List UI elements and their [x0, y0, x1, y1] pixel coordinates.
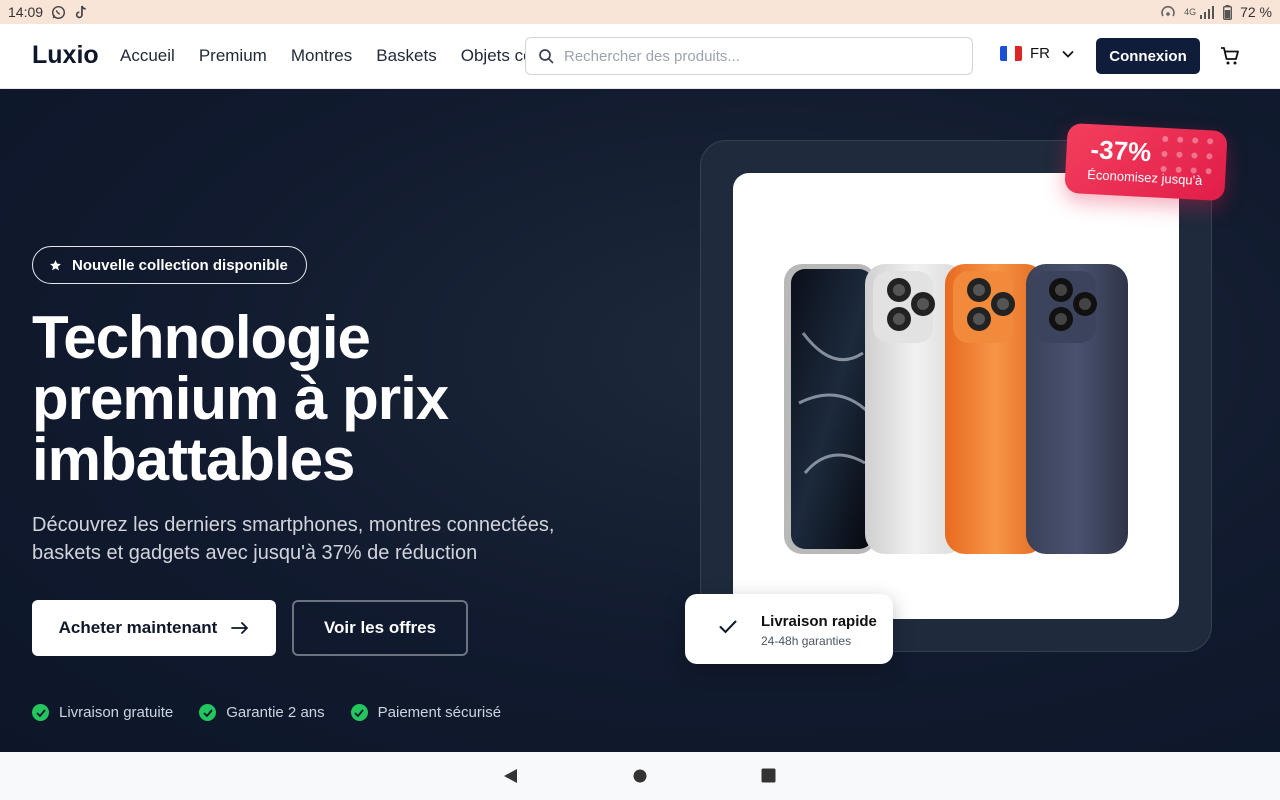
phones-image: [784, 264, 1128, 554]
feature-item: Paiement sécurisé: [350, 704, 502, 721]
system-nav-bar: [0, 752, 1280, 800]
badge-label: Nouvelle collection disponible: [72, 256, 288, 274]
back-icon[interactable]: [503, 768, 518, 789]
feature-item: Garantie 2 ans: [199, 704, 325, 721]
whatsapp-icon: [51, 5, 66, 20]
nav-item-accueil[interactable]: Accueil: [120, 46, 175, 66]
hero-subtitle-line: baskets et gadgets avec jusqu'à 37% de r…: [32, 542, 478, 564]
feature-label: Paiement sécurisé: [377, 704, 502, 721]
dot-pattern: [1160, 135, 1214, 175]
delivery-subtitle: 24-48h garanties: [761, 634, 852, 648]
shop-now-label: Acheter maintenant: [58, 618, 218, 637]
cart-icon[interactable]: [1220, 46, 1240, 71]
delivery-title: Livraison rapide: [761, 613, 877, 630]
home-icon[interactable]: [633, 769, 647, 788]
hotspot-icon: [1160, 5, 1176, 19]
features-list: Livraison gratuite Garantie 2 ans Paieme…: [32, 704, 501, 721]
arrow-right-icon: [231, 622, 249, 634]
fast-delivery-card: Livraison rapide 24-48h garanties: [685, 594, 893, 664]
view-offers-button[interactable]: Voir les offres: [292, 600, 468, 656]
main-nav: Accueil Premium Montres Baskets Objets c…: [120, 46, 526, 66]
hero-subtitle: Découvrez les derniers smartphones, mont…: [32, 511, 632, 567]
check-circle-icon: [350, 704, 368, 721]
shop-now-button[interactable]: Acheter maintenant: [32, 600, 276, 656]
flag-fr-icon: [1000, 46, 1022, 61]
nav-item-objets-connectes[interactable]: Objets connectés: [461, 46, 526, 66]
search-bar[interactable]: [525, 37, 973, 75]
nav-item-premium[interactable]: Premium: [199, 46, 267, 66]
hero-title-line: imbattables: [32, 426, 355, 493]
feature-item: Livraison gratuite: [32, 704, 173, 721]
logo[interactable]: Luxio: [32, 41, 99, 70]
check-circle-icon: [32, 704, 49, 721]
feature-label: Livraison gratuite: [59, 704, 174, 721]
chevron-down-icon: [1062, 50, 1074, 58]
battery-level: 72 %: [1240, 4, 1272, 20]
search-icon: [538, 48, 554, 64]
hero-title: Technologie premium à prix imbattables: [32, 307, 652, 490]
new-collection-badge: Nouvelle collection disponible: [32, 246, 307, 284]
nav-item-montres[interactable]: Montres: [291, 46, 352, 66]
hero-title-line: premium à prix: [32, 365, 449, 432]
discount-value: -37%: [1089, 134, 1153, 168]
hero-title-line: Technologie: [32, 304, 371, 371]
hero-subtitle-line: Découvrez les derniers smartphones, mont…: [32, 514, 555, 536]
language-label: FR: [1030, 45, 1050, 62]
signal-icon: 4G: [1184, 5, 1215, 19]
star-icon: [49, 259, 62, 272]
search-input[interactable]: [564, 47, 944, 65]
check-icon: [719, 620, 737, 639]
discount-badge: -37% Économisez jusqu'à: [1064, 122, 1228, 202]
recents-icon[interactable]: [761, 768, 776, 788]
site-header: Luxio Accueil Premium Montres Baskets Ob…: [0, 24, 1280, 89]
status-bar: 14:09 4G 72 %: [0, 0, 1280, 24]
tiktok-icon: [74, 5, 88, 20]
check-circle-icon: [199, 704, 217, 721]
feature-label: Garantie 2 ans: [226, 704, 325, 721]
battery-icon: [1223, 4, 1233, 20]
status-time: 14:09: [8, 4, 44, 20]
language-selector[interactable]: FR: [1000, 45, 1074, 62]
product-card[interactable]: [733, 173, 1179, 619]
login-button[interactable]: Connexion: [1096, 38, 1200, 74]
nav-item-baskets[interactable]: Baskets: [376, 46, 436, 66]
